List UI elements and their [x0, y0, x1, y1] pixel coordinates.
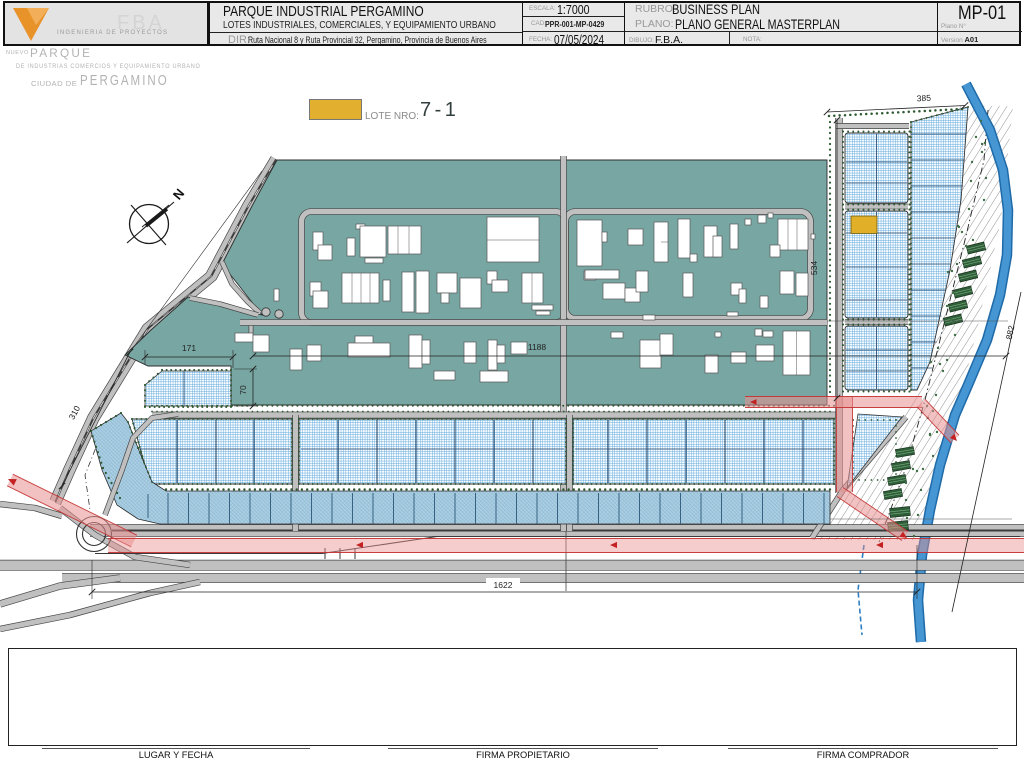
svg-text:70: 70	[238, 385, 248, 395]
svg-text:534: 534	[809, 261, 819, 275]
svg-text:INGENIERIA DE PROYECTOS: INGENIERIA DE PROYECTOS	[57, 30, 168, 36]
svg-text:1622: 1622	[494, 580, 513, 590]
svg-text:882: 882	[1004, 324, 1017, 340]
svg-text:310: 310	[67, 404, 83, 421]
svg-text:1188: 1188	[528, 342, 547, 352]
svg-text:N: N	[170, 186, 188, 203]
svg-text:171: 171	[182, 343, 196, 353]
svg-text:385: 385	[916, 93, 931, 104]
